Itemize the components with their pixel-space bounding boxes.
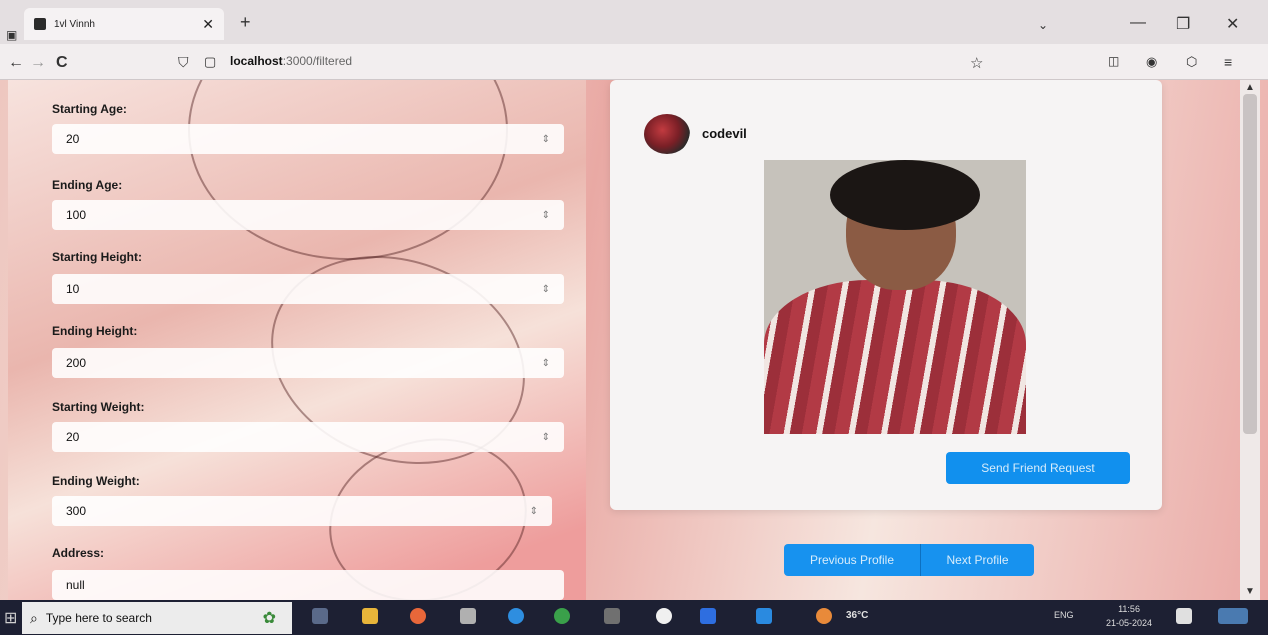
stepper-icon[interactable]: ⇕ xyxy=(542,134,550,145)
chrome-icon[interactable] xyxy=(554,608,570,624)
shield-icon[interactable]: ⛉ xyxy=(178,54,189,71)
stepper-icon[interactable]: ⇕ xyxy=(542,210,550,221)
widgets-icon[interactable] xyxy=(1218,608,1248,624)
address-value: null xyxy=(66,578,85,592)
starting-weight-value: 20 xyxy=(66,430,80,444)
ending-height-input[interactable]: 200 ⇕ xyxy=(52,348,564,378)
stepper-icon[interactable]: ⇕ xyxy=(530,506,538,517)
start-icon[interactable]: ⊞ xyxy=(4,608,17,628)
file-explorer-icon[interactable] xyxy=(362,608,378,624)
ending-age-input[interactable]: 100 ⇕ xyxy=(52,200,564,230)
taskbar-search[interactable]: ⌕ Type here to search ✿ xyxy=(22,602,292,634)
browser-tab-bar: ▣ 1vl Vinnh ✕ + ⌄ — ❐ ✕ xyxy=(0,0,1268,44)
decorative-swirl xyxy=(188,80,508,260)
scroll-down-icon[interactable]: ▼ xyxy=(1245,586,1255,597)
restore-button[interactable]: ❐ xyxy=(1176,14,1190,34)
address-bar: ← → C ⛉ ▢ localhost:3000/filtered ☆ ◫ ◉ … xyxy=(0,44,1268,80)
page-info-icon[interactable]: ▢ xyxy=(204,54,216,70)
task-view-icon[interactable] xyxy=(312,608,328,624)
new-tab-button[interactable]: + xyxy=(240,12,251,33)
photo-shirt xyxy=(764,280,1026,434)
edge-icon[interactable] xyxy=(508,608,524,624)
address-input[interactable]: null xyxy=(52,570,564,600)
scrollbar-thumb[interactable] xyxy=(1243,94,1257,434)
browser-tab[interactable]: 1vl Vinnh ✕ xyxy=(24,8,224,40)
ending-age-value: 100 xyxy=(66,208,87,222)
avatar xyxy=(644,114,690,154)
forward-button[interactable]: → xyxy=(30,54,46,72)
stepper-icon[interactable]: ⇕ xyxy=(542,284,550,295)
url-host: localhost xyxy=(230,54,283,68)
account-icon[interactable]: ◉ xyxy=(1146,54,1157,70)
bookmark-star-icon[interactable]: ☆ xyxy=(970,54,983,72)
firefox-icon[interactable] xyxy=(410,608,426,624)
language-indicator[interactable]: ENG xyxy=(1054,610,1074,620)
pocket-icon[interactable]: ◫ xyxy=(1108,54,1119,68)
tab-close-icon[interactable]: ✕ xyxy=(202,16,214,33)
tab-actions-icon[interactable]: ▣ xyxy=(6,28,17,42)
vscode-icon[interactable] xyxy=(756,608,772,624)
page-scrollbar[interactable]: ▲ ▼ xyxy=(1240,80,1260,600)
clock-time: 11:56 xyxy=(1118,604,1140,614)
next-profile-button[interactable]: Next Profile xyxy=(920,544,1034,576)
search-placeholder: Type here to search xyxy=(45,611,152,625)
app-icon[interactable] xyxy=(460,608,476,624)
starting-age-value: 20 xyxy=(66,132,80,146)
scroll-up-icon[interactable]: ▲ xyxy=(1245,82,1255,93)
search-highlight-icon: ✿ xyxy=(262,610,276,627)
terminal-icon[interactable] xyxy=(604,608,620,624)
app-icon[interactable] xyxy=(816,608,832,624)
close-window-button[interactable]: ✕ xyxy=(1226,14,1239,34)
starting-height-input[interactable]: 10 ⇕ xyxy=(52,274,564,304)
profile-card: codevil Send Friend Request xyxy=(610,80,1162,510)
notifications-icon[interactable] xyxy=(1176,608,1192,624)
photo-hair xyxy=(830,160,980,230)
address-label: Address: xyxy=(52,546,105,560)
extensions-icon[interactable]: ⬡ xyxy=(1186,54,1197,70)
stepper-icon[interactable]: ⇕ xyxy=(542,358,550,369)
starting-height-value: 10 xyxy=(66,282,80,296)
tab-title: 1vl Vinnh xyxy=(54,18,95,30)
github-icon[interactable] xyxy=(656,608,672,624)
stepper-icon[interactable]: ⇕ xyxy=(542,432,550,443)
profile-username: codevil xyxy=(702,126,747,141)
ending-weight-label: Ending Weight: xyxy=(52,474,140,488)
url-field[interactable]: localhost:3000/filtered xyxy=(230,54,352,68)
page-background: Starting Age: 20 ⇕ Ending Age: 100 ⇕ Sta… xyxy=(0,80,1268,600)
ending-weight-input[interactable]: 300 ⇕ xyxy=(52,496,552,526)
ending-height-value: 200 xyxy=(66,356,87,370)
ending-age-label: Ending Age: xyxy=(52,178,123,192)
profile-photo xyxy=(764,160,1026,434)
send-friend-request-button[interactable]: Send Friend Request xyxy=(946,452,1130,484)
back-button[interactable]: ← xyxy=(8,54,24,72)
starting-height-label: Starting Height: xyxy=(52,250,142,264)
minimize-button[interactable]: — xyxy=(1130,14,1146,32)
starting-weight-label: Starting Weight: xyxy=(52,400,145,414)
favicon-icon xyxy=(34,18,46,30)
ending-height-label: Ending Height: xyxy=(52,324,138,338)
search-icon: ⌕ xyxy=(30,609,38,626)
app-icon[interactable] xyxy=(700,608,716,624)
ending-weight-value: 300 xyxy=(66,504,87,518)
clock-date: 21-05-2024 xyxy=(1106,618,1153,628)
weather-temperature[interactable]: 36°C xyxy=(846,610,868,621)
system-clock[interactable]: 11:56 21-05-2024 xyxy=(1106,602,1152,630)
starting-age-label: Starting Age: xyxy=(52,102,127,116)
reload-button[interactable]: C xyxy=(56,54,68,72)
tab-list-icon[interactable]: ⌄ xyxy=(1038,18,1048,32)
url-path: :3000/filtered xyxy=(282,54,353,68)
windows-taskbar: ⊞ ⌕ Type here to search ✿ 36°C ENG 11:56… xyxy=(0,600,1268,635)
previous-profile-button[interactable]: Previous Profile xyxy=(784,544,920,576)
starting-weight-input[interactable]: 20 ⇕ xyxy=(52,422,564,452)
menu-icon[interactable]: ≡ xyxy=(1224,54,1232,70)
starting-age-input[interactable]: 20 ⇕ xyxy=(52,124,564,154)
